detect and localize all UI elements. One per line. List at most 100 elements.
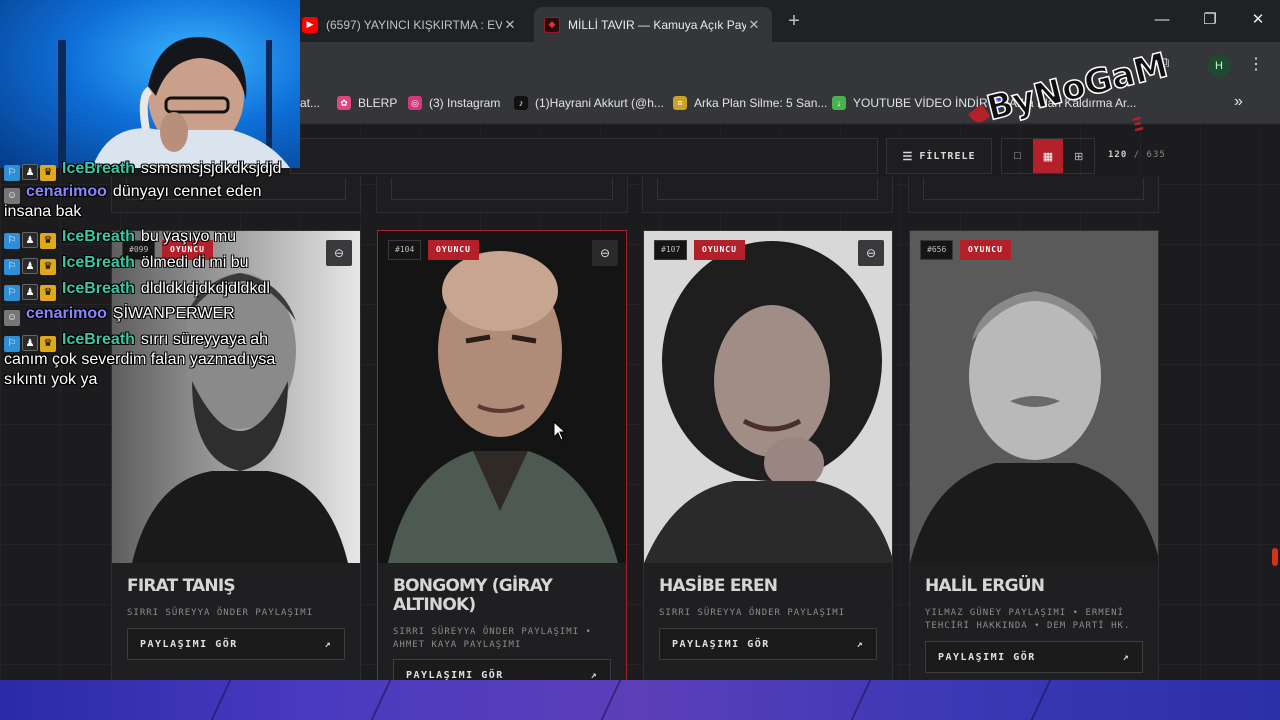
arrow-up-right-icon: ↗	[324, 638, 332, 650]
chat-username: IceBreath	[62, 280, 135, 297]
link-icon[interactable]: ⊖	[858, 240, 884, 266]
arrow-up-right-icon: ↗	[590, 669, 598, 681]
bookmark-item[interactable]: ≡ Arka Plan Silme: 5 San...	[673, 94, 827, 112]
link-icon[interactable]: ⊖	[592, 240, 618, 266]
page-scrollbar[interactable]	[1272, 124, 1278, 680]
chat-message: ☺ cenarimoo ŞİWANPERWER	[4, 304, 235, 326]
bookmark-label: (3) Instagram	[429, 96, 501, 110]
chat-text: ssmsmsjsjdkdksjdjd	[140, 160, 282, 177]
person-description: SIRRI SÜREYYA ÖNDER PAYLAŞIMI	[659, 608, 846, 618]
chat-username: cenarimoo	[26, 305, 107, 322]
bookmark-label: at...	[300, 96, 321, 110]
chat-message-continued: insana bak	[4, 202, 81, 222]
browser-tab-active[interactable]: ◆ MİLLİ TAVIR — Kamuya Açık Paylaş ✕	[534, 7, 772, 42]
chat-text: dldldkldjdkdjdldkdl	[140, 280, 270, 297]
chat-username: cenarimoo	[26, 183, 107, 200]
person-description: YILMAZ GÜNEY PAYLAŞIMI • ERMENİ TEHCİRİ …	[925, 608, 1131, 631]
chat-message: ⚐ ♟ ♛ IceBreath ölmedi di mi bu	[4, 253, 249, 275]
bookmark-label: Arka Plan Silme: 5 San...	[694, 96, 828, 110]
filter-button[interactable]: ☰ FİLTRELE	[886, 138, 992, 174]
arrow-up-right-icon: ↗	[1122, 651, 1130, 663]
person-card[interactable]: #656 OYUNCU HALİL ERGÜN YILMAZ GÜNEY PAY…	[909, 230, 1159, 690]
person-photo	[910, 231, 1158, 563]
result-count: 120 / 635	[1108, 150, 1166, 160]
new-tab-button[interactable]: +	[782, 10, 806, 34]
chat-text: sıkıntı yok ya	[4, 371, 98, 388]
bookmark-item[interactable]: ✿ BLERP	[337, 94, 397, 112]
view-single-button[interactable]: □	[1002, 139, 1033, 173]
chat-message: ☺ cenarimoo dünyayı cennet eden	[4, 182, 261, 204]
person-name: BONGOMY (GİRAY ALTINOK)	[393, 576, 553, 615]
view-post-label: PAYLAŞIMI GÖR	[140, 638, 238, 650]
person-card[interactable]: #104 OYUNCU ⊖ BONGOMY (GİRAY ALTINOK) SI…	[377, 230, 627, 690]
chat-username: IceBreath	[62, 160, 135, 177]
webcam-feed	[0, 0, 300, 168]
person-card[interactable]: #107 OYUNCU ⊖ HASİBE EREN SIRRI SÜREYYA …	[643, 230, 893, 690]
view-post-label: PAYLAŞIMI GÖR	[406, 669, 504, 681]
remove-bg-icon: ≡	[673, 96, 687, 110]
category-badge: OYUNCU	[694, 240, 745, 260]
person-photo	[378, 231, 626, 563]
profile-avatar[interactable]: H	[1208, 55, 1230, 77]
restore-button[interactable]: ❐	[1186, 0, 1234, 40]
bookmarks-overflow-button[interactable]: »	[1234, 93, 1243, 111]
site-logo-icon: ◆	[544, 16, 560, 33]
chat-text: ölmedi di mi bu	[140, 254, 249, 271]
close-tab-icon[interactable]: ✕	[746, 17, 762, 33]
chat-text: dünyayı cennet eden	[112, 183, 262, 200]
count-total: 635	[1146, 150, 1166, 160]
count-separator: /	[1133, 150, 1141, 160]
chat-text: insana bak	[4, 203, 82, 220]
bookmark-item[interactable]: ♪ (1)Hayrani Akkurt (@h...	[514, 94, 664, 112]
person-description: SIRRI SÜREYYA ÖNDER PAYLAŞIMI • AHMET KA…	[393, 627, 592, 650]
browser-tab[interactable]: ▶ (6597) YAYINCI KIŞKIRTMA : EVE D ✕	[292, 7, 528, 42]
chat-message: ⚐ ♟ ♛ IceBreath dldldkldjdkdjdldkdl	[4, 279, 270, 301]
previous-card	[376, 176, 628, 213]
view-grid-button[interactable]: ▦	[1032, 139, 1064, 173]
bookmark-label: (1)Hayrani Akkurt (@h...	[535, 96, 664, 110]
scrollbar-thumb[interactable]	[1272, 548, 1278, 566]
person-description: SIRRI SÜREYYA ÖNDER PAYLAŞIMI	[127, 608, 314, 618]
chat-text: bu yaşıyo mu	[140, 228, 237, 245]
person-photo	[644, 231, 892, 563]
download-icon: ↓	[832, 96, 846, 110]
search-input[interactable]	[290, 138, 878, 174]
view-post-button[interactable]: PAYLAŞIMI GÖR ↗	[659, 628, 877, 660]
bookmark-item[interactable]: at...	[300, 94, 320, 112]
view-post-label: PAYLAŞIMI GÖR	[938, 651, 1036, 663]
chat-message: ⚐ ♟ ♛ IceBreath ssmsmsjsjdkdksjdjd	[4, 159, 281, 181]
screen: ☰ FİLTRELE □ ▦ ⊞ 120 / 635 #099 OYUNCU ⊖	[0, 0, 1280, 720]
close-window-button[interactable]: ✕	[1234, 0, 1280, 40]
instagram-icon: ◎	[408, 96, 422, 110]
tab-title: (6597) YAYINCI KIŞKIRTMA : EVE D	[326, 17, 502, 32]
chat-username: IceBreath	[62, 254, 135, 271]
bookmark-item[interactable]: ◎ (3) Instagram	[408, 94, 500, 112]
square-icon: □	[1014, 150, 1021, 162]
logo-text: ByNoGaM	[983, 45, 1172, 128]
minimize-button[interactable]: —	[1138, 0, 1186, 40]
chat-username: IceBreath	[62, 331, 135, 348]
grid-2x2-icon: ▦	[1042, 150, 1054, 163]
view-toggle-group: □ ▦ ⊞	[1001, 138, 1095, 174]
chat-username: IceBreath	[62, 228, 135, 245]
card-number: #656	[920, 240, 954, 260]
chat-message-continued: canım çok severdim falan yazmadıysa	[4, 350, 275, 370]
blerp-icon: ✿	[337, 96, 351, 110]
chat-text: sırrı süreyyaya ah	[140, 331, 269, 348]
chat-message: ⚐ ♟ ♛ IceBreath bu yaşıyo mu	[4, 227, 236, 249]
chat-message-continued: sıkıntı yok ya	[4, 370, 97, 390]
browser-menu-icon[interactable]: ⋮	[1248, 54, 1264, 76]
card-number: #107	[654, 240, 688, 260]
sliders-icon: ☰	[902, 149, 914, 163]
person-name: HASİBE EREN	[659, 576, 778, 596]
mouse-cursor-icon	[553, 420, 567, 446]
arrow-up-right-icon: ↗	[856, 638, 864, 650]
close-tab-icon[interactable]: ✕	[502, 17, 518, 33]
chat-message: ⚐ ♟ ♛ IceBreath sırrı süreyyaya ah	[4, 330, 268, 352]
view-post-label: PAYLAŞIMI GÖR	[672, 638, 770, 650]
link-icon[interactable]: ⊖	[326, 240, 352, 266]
view-dense-grid-button[interactable]: ⊞	[1063, 139, 1094, 173]
person-name: FIRAT TANIŞ	[127, 576, 236, 596]
view-post-button[interactable]: PAYLAŞIMI GÖR ↗	[127, 628, 345, 660]
view-post-button[interactable]: PAYLAŞIMI GÖR ↗	[925, 641, 1143, 673]
